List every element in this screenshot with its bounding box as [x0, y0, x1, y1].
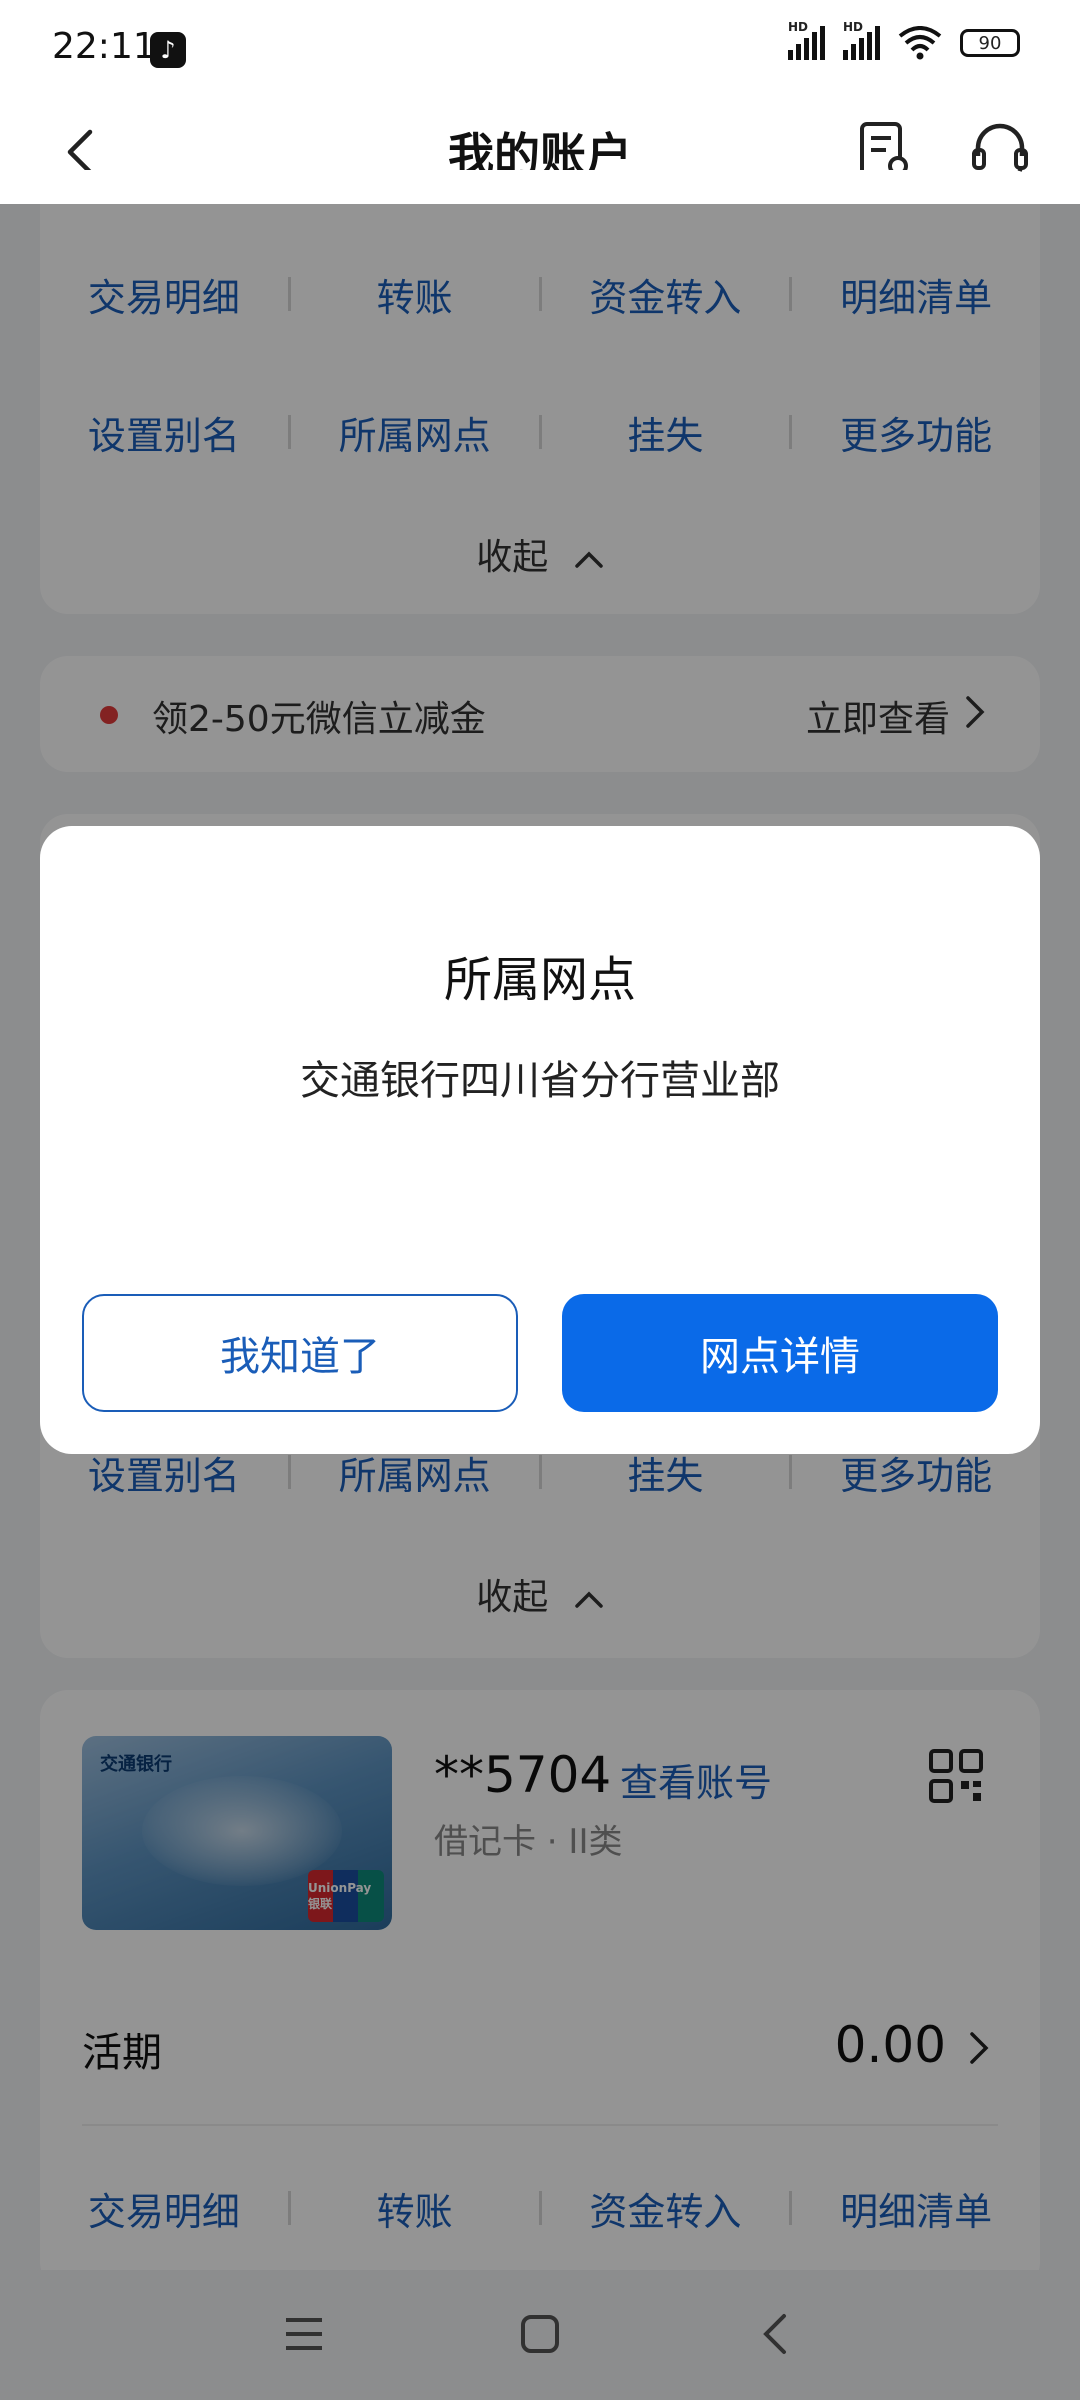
- got-it-button[interactable]: 我知道了: [82, 1294, 518, 1412]
- hd-label-2: HD: [843, 20, 864, 34]
- hd-label: HD: [788, 20, 809, 34]
- status-bar: 22:11 ♪ HD HD 90: [0, 0, 1080, 100]
- cellular-signal-2-icon: HD: [843, 20, 880, 60]
- branch-dialog: 所属网点 交通银行四川省分行营业部 我知道了 网点详情: [40, 826, 1040, 1454]
- dialog-title: 所属网点: [443, 952, 636, 1008]
- cellular-signal-icon: HD: [788, 20, 825, 60]
- battery-indicator: 90: [960, 29, 1020, 57]
- status-time: 22:11: [52, 26, 156, 67]
- status-indicators: HD HD 90: [788, 20, 1020, 60]
- dialog-branch-name: 交通银行四川省分行营业部: [300, 1058, 780, 1104]
- tiktok-notification-icon: ♪: [150, 32, 186, 68]
- wifi-icon: [898, 26, 942, 60]
- branch-details-button[interactable]: 网点详情: [562, 1294, 998, 1412]
